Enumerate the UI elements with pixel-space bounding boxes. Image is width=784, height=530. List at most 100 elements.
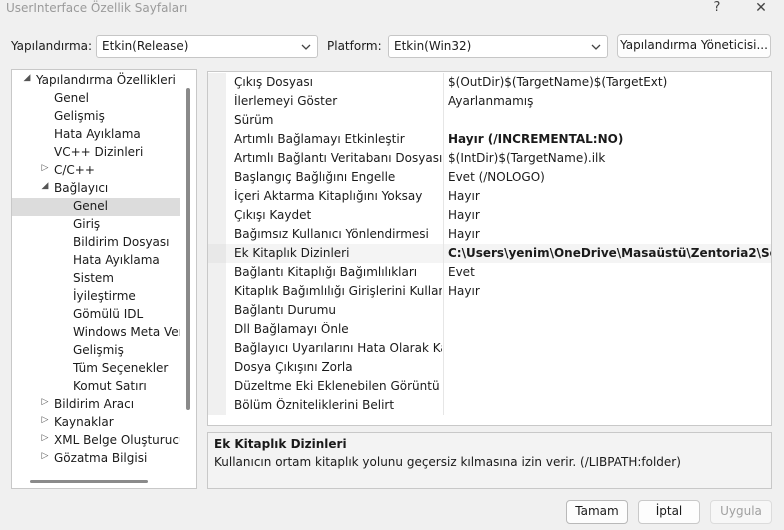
property-value[interactable]: Evet — [448, 265, 771, 279]
tree-item[interactable]: Hata Ayıklama — [12, 126, 180, 144]
property-value[interactable]: Hayır — [448, 189, 771, 203]
column-separator — [443, 225, 444, 244]
tree-item-label: Yapılandırma Özellikleri — [36, 73, 176, 87]
property-row[interactable]: Çıkış Dosyası $(OutDir)$(TargetName)$(Tar… — [208, 73, 771, 92]
property-row[interactable]: Başlangıç Bağlığını Engelle Evet (/NOLOGO… — [208, 168, 771, 187]
property-value[interactable]: Ayarlanmamış — [448, 94, 771, 108]
row-gutter — [208, 301, 226, 320]
tree-item[interactable]: Genel — [12, 90, 180, 108]
tree-item[interactable]: Komut Satırı — [12, 378, 180, 396]
property-row[interactable]: Bağlantı Durumu — [208, 301, 771, 320]
property-row[interactable]: Bağlayıcı Uyarılarını Hata Olarak Kabul … — [208, 339, 771, 358]
expanded-arrow-icon[interactable]: ◢ — [40, 181, 50, 191]
tree-item[interactable]: Sistem — [12, 270, 180, 288]
tree-item[interactable]: Bildirim Dosyası — [12, 234, 180, 252]
row-gutter — [208, 282, 226, 301]
tree-item-label: Sistem — [73, 271, 114, 285]
collapsed-arrow-icon[interactable]: ▷ — [40, 451, 50, 461]
platform-dropdown[interactable]: Etkin(Win32) — [388, 35, 608, 58]
close-icon[interactable]: ✕ — [752, 0, 770, 18]
configuration-manager-button[interactable]: Yapılandırma Yöneticisi... — [617, 34, 771, 58]
chevron-down-icon — [301, 44, 311, 50]
collapsed-arrow-icon[interactable]: ▷ — [40, 415, 50, 425]
tree-item[interactable]: VC++ Dizinleri — [12, 144, 180, 162]
property-name: Ek Kitaplık Dizinleri — [234, 246, 350, 260]
property-value[interactable]: Hayır — [448, 208, 771, 222]
tree-item-label: Genel — [73, 199, 109, 213]
cancel-button[interactable]: İptal — [638, 500, 700, 524]
property-name: Düzeltme Eki Eklenebilen Görüntü Oluştur — [234, 379, 442, 393]
tree-item[interactable]: Gömülü IDL — [12, 306, 180, 324]
apply-button[interactable]: Uygula — [710, 500, 772, 524]
property-row[interactable]: Ek Kitaplık Dizinleri C:\Users\yenim\OneD… — [208, 244, 771, 263]
tree-horizontal-scrollbar[interactable] — [30, 480, 148, 483]
property-value[interactable]: Hayır — [448, 227, 771, 241]
collapsed-arrow-icon[interactable]: ▷ — [40, 163, 50, 173]
tree-item[interactable]: ▷ Bildirim Aracı — [12, 396, 180, 414]
tree-item[interactable]: Hata Ayıklama — [12, 252, 180, 270]
property-value[interactable]: $(IntDir)$(TargetName).ilk — [448, 151, 771, 165]
tree-item-label: Windows Meta Veri — [73, 325, 180, 339]
collapsed-arrow-icon[interactable]: ▷ — [40, 433, 50, 443]
tree-item[interactable]: Windows Meta Veri — [12, 324, 180, 342]
tree-item[interactable]: İyileştirme — [12, 288, 180, 306]
tree-item[interactable]: Giriş — [12, 216, 180, 234]
property-row[interactable]: Bölüm Özniteliklerini Belirt — [208, 396, 771, 415]
property-value[interactable]: Hayır (/INCREMENTAL:NO) — [448, 132, 771, 146]
tree-item[interactable]: Genel — [12, 198, 180, 216]
property-grid[interactable]: Çıkış Dosyası $(OutDir)$(TargetName)$(Tar… — [207, 71, 772, 426]
title-bar: UserInterface Özellik Sayfaları ? ✕ — [0, 0, 784, 22]
property-name: Bağımsız Kullanıcı Yönlendirmesi — [234, 227, 429, 241]
collapsed-arrow-icon[interactable]: ▷ — [40, 397, 50, 407]
row-gutter — [208, 92, 226, 111]
tree-item-label: XML Belge Oluşturucusu — [54, 433, 180, 447]
property-row[interactable]: Dosya Çıkışını Zorla — [208, 358, 771, 377]
property-row[interactable]: İlerlemeyi Göster Ayarlanmamış — [208, 92, 771, 111]
chevron-down-icon — [591, 44, 601, 50]
property-value[interactable]: Evet (/NOLOGO) — [448, 170, 771, 184]
property-value[interactable]: $(OutDir)$(TargetName)$(TargetExt) — [448, 75, 771, 89]
tree-item[interactable]: Gelişmiş — [12, 342, 180, 360]
property-row[interactable]: Bağlantı Kitaplığı Bağımlılıkları Evet — [208, 263, 771, 282]
configuration-dropdown[interactable]: Etkin(Release) — [96, 35, 318, 58]
property-row[interactable]: Dll Bağlamayı Önle — [208, 320, 771, 339]
property-name: Bağlantı Durumu — [234, 303, 337, 317]
property-row[interactable]: Bağımsız Kullanıcı Yönlendirmesi Hayır — [208, 225, 771, 244]
tree-item[interactable]: ▷ C/C++ — [12, 162, 180, 180]
row-gutter — [208, 187, 226, 206]
tree-item[interactable]: Tüm Seçenekler — [12, 360, 180, 378]
property-tree[interactable]: ◢ Yapılandırma Özellikleri Genel Gelişmiş Ha… — [11, 69, 197, 489]
property-value[interactable]: Hayır — [448, 284, 771, 298]
property-row[interactable]: Artımlı Bağlamayı Etkinleştir Hayır (/INC… — [208, 130, 771, 149]
column-separator — [443, 358, 444, 377]
tree-item[interactable]: ▷ Kaynaklar — [12, 414, 180, 432]
tree-item-label: Bağlayıcı — [54, 181, 109, 195]
property-row[interactable]: İçeri Aktarma Kitaplığını Yoksay Hayır — [208, 187, 771, 206]
column-separator — [443, 377, 444, 396]
tree-item-label: Gömülü IDL — [73, 307, 144, 321]
property-value[interactable]: C:\Users\yenim\OneDrive\Masaüstü\Zentori… — [448, 246, 771, 260]
row-gutter — [208, 358, 226, 377]
tree-item[interactable]: ◢ Yapılandırma Özellikleri — [12, 72, 180, 90]
row-gutter — [208, 396, 226, 415]
row-gutter — [208, 168, 226, 187]
property-row[interactable]: Düzeltme Eki Eklenebilen Görüntü Oluştur — [208, 377, 771, 396]
tree-item[interactable]: ▷ Gözatma Bilgisi — [12, 450, 180, 468]
property-name: Sürüm — [234, 113, 274, 127]
property-row[interactable]: Çıkışı Kaydet Hayır — [208, 206, 771, 225]
tree-vertical-scrollbar[interactable] — [186, 88, 190, 410]
expanded-arrow-icon[interactable]: ◢ — [22, 73, 32, 83]
tree-item[interactable]: Gelişmiş — [12, 108, 180, 126]
property-name: Çıkışı Kaydet — [234, 208, 312, 222]
tree-item[interactable]: ◢ Bağlayıcı — [12, 180, 180, 198]
column-separator — [443, 244, 444, 263]
help-icon[interactable]: ? — [708, 0, 726, 18]
ok-button[interactable]: Tamam — [566, 500, 628, 524]
tree-item[interactable]: ▷ XML Belge Oluşturucusu — [12, 432, 180, 450]
tree-item-label: Komut Satırı — [73, 379, 147, 393]
tree-item-label: Bildirim Dosyası — [73, 235, 170, 249]
column-separator — [443, 320, 444, 339]
property-row[interactable]: Kitaplık Bağımlılığı Girişlerini Kullan H… — [208, 282, 771, 301]
property-row[interactable]: Sürüm — [208, 111, 771, 130]
property-row[interactable]: Artımlı Bağlantı Veritabanı Dosyası $(Int… — [208, 149, 771, 168]
